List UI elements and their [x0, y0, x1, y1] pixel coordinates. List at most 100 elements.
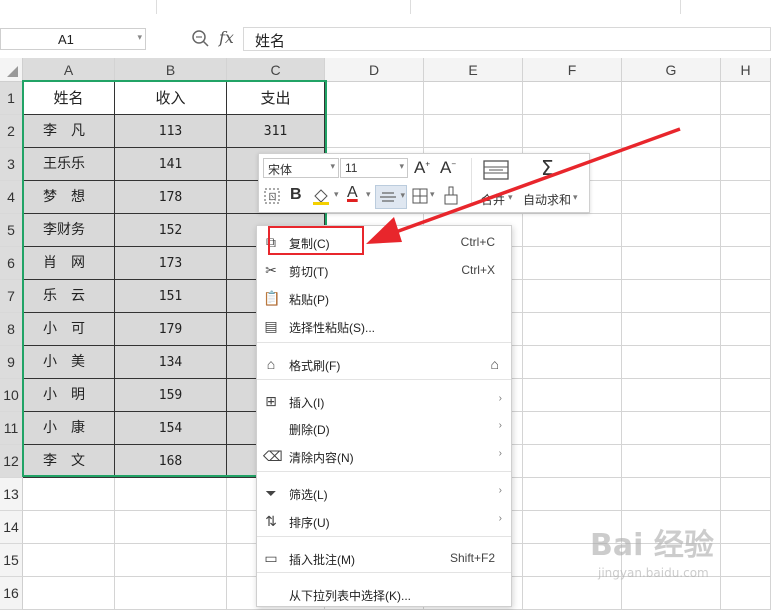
divider — [156, 0, 157, 14]
grid-cell[interactable] — [721, 379, 771, 412]
row-header-3[interactable]: 3 — [0, 148, 23, 181]
copy-highlight-box — [268, 226, 364, 255]
column-header-b[interactable]: B — [115, 58, 227, 82]
grid-cell[interactable] — [23, 577, 115, 610]
menu-item-4[interactable]: ⌂ 格式刷(F) ⌂ — [257, 351, 511, 378]
grid-cell[interactable] — [721, 148, 771, 181]
column-header-f[interactable]: F — [523, 58, 622, 82]
grid-cell[interactable] — [622, 280, 721, 313]
grid-cell[interactable] — [523, 346, 622, 379]
menu-separator — [257, 536, 511, 537]
row-header-5[interactable]: 5 — [0, 214, 23, 247]
grid-cell[interactable] — [23, 511, 115, 544]
grid-cell[interactable] — [721, 247, 771, 280]
format-brush-icon: ⌂ — [266, 356, 276, 372]
column-header-c[interactable]: C — [227, 58, 325, 82]
row-header-14[interactable]: 14 — [0, 511, 23, 544]
grid-cell[interactable] — [721, 214, 771, 247]
grid-cell[interactable] — [721, 115, 771, 148]
menu-item-11[interactable]: 从下拉列表中选择(K)... — [257, 581, 511, 608]
column-header-a[interactable]: A — [23, 58, 115, 82]
row-header-6[interactable]: 6 — [0, 247, 23, 280]
menu-item-label: 从下拉列表中选择(K)... — [289, 589, 411, 603]
grid-cell[interactable] — [721, 82, 771, 115]
grid-cell[interactable] — [115, 511, 227, 544]
grid-cell[interactable] — [523, 280, 622, 313]
chevron-down-icon[interactable]: ▾ — [137, 32, 142, 43]
row-header-10[interactable]: 10 — [0, 379, 23, 412]
grid-cell[interactable] — [23, 544, 115, 577]
menu-item-10[interactable]: ▭ 插入批注(M) Shift+F2 — [257, 545, 511, 572]
format-brush-icon[interactable]: ⌂ — [491, 356, 499, 372]
row-header-13[interactable]: 13 — [0, 478, 23, 511]
fill-color-icon[interactable] — [311, 186, 333, 206]
row-header-12[interactable]: 12 — [0, 445, 23, 478]
grid-cell[interactable] — [721, 445, 771, 478]
menu-item-1[interactable]: ✂ 剪切(T) Ctrl+X — [257, 257, 511, 284]
grid-cell[interactable] — [721, 511, 771, 544]
divider — [410, 0, 411, 14]
menu-item-5[interactable]: ⊞ 插入(I) › — [257, 388, 511, 415]
grid-cell[interactable] — [523, 379, 622, 412]
grid-cell[interactable] — [622, 313, 721, 346]
menu-item-2[interactable]: 📋 粘贴(P) — [257, 285, 511, 312]
grid-cell[interactable] — [115, 478, 227, 511]
grid-cell[interactable] — [622, 379, 721, 412]
grid-cell[interactable] — [721, 280, 771, 313]
grid-cell[interactable] — [721, 544, 771, 577]
menu-item-9[interactable]: ⇅ 排序(U) › — [257, 508, 511, 535]
wrap-text-icon[interactable]: ㄖ — [263, 187, 281, 205]
row-header-7[interactable]: 7 — [0, 280, 23, 313]
fx-icon[interactable]: fx — [219, 28, 234, 47]
grid-cell[interactable] — [622, 577, 721, 610]
grid-cell[interactable] — [424, 82, 523, 115]
grid-cell[interactable] — [721, 181, 771, 214]
grid-cell[interactable] — [23, 478, 115, 511]
grid-cell[interactable] — [115, 544, 227, 577]
row-header-15[interactable]: 15 — [0, 544, 23, 577]
grid-cell[interactable] — [523, 82, 622, 115]
font-name-value: 宋体 — [268, 163, 293, 177]
select-all-corner[interactable] — [0, 58, 23, 82]
row-header-8[interactable]: 8 — [0, 313, 23, 346]
grid-cell[interactable] — [721, 412, 771, 445]
column-header-g[interactable]: G — [622, 58, 721, 82]
grid-cell[interactable] — [721, 577, 771, 610]
column-header-e[interactable]: E — [424, 58, 523, 82]
row-header-16[interactable]: 16 — [0, 577, 23, 610]
menu-item-8[interactable]: ⏷ 筛选(L) › — [257, 480, 511, 507]
grid-cell[interactable] — [622, 445, 721, 478]
menu-separator — [257, 379, 511, 380]
grid-cell[interactable] — [721, 346, 771, 379]
grid-cell[interactable] — [523, 313, 622, 346]
bold-icon[interactable]: B — [290, 186, 302, 204]
grid-cell[interactable] — [622, 478, 721, 511]
grid-cell[interactable] — [622, 346, 721, 379]
row-header-1[interactable]: 1 — [0, 82, 23, 115]
menu-item-7[interactable]: ⌫ 清除内容(N) › — [257, 443, 511, 470]
grid-cell[interactable] — [523, 577, 622, 610]
chevron-down-icon[interactable]: ▾ — [334, 189, 339, 200]
grid-cell[interactable] — [523, 412, 622, 445]
row-header-4[interactable]: 4 — [0, 181, 23, 214]
grid-cell[interactable] — [721, 478, 771, 511]
name-box[interactable]: A1 ▾ — [0, 28, 146, 50]
grid-cell[interactable] — [523, 478, 622, 511]
column-header-h[interactable]: H — [721, 58, 771, 82]
grid-cell[interactable] — [523, 445, 622, 478]
grid-cell[interactable] — [622, 412, 721, 445]
formula-input[interactable]: 姓名 — [243, 27, 771, 51]
menu-item-3[interactable]: ▤ 选择性粘贴(S)... — [257, 313, 511, 340]
row-header-2[interactable]: 2 — [0, 115, 23, 148]
red-arrow-annotation — [366, 127, 681, 244]
row-header-11[interactable]: 11 — [0, 412, 23, 445]
font-name-select[interactable]: 宋体 ▾ — [263, 158, 339, 178]
grid-cell[interactable] — [325, 82, 424, 115]
menu-item-6[interactable]: 删除(D) › — [257, 415, 511, 442]
grid-cell[interactable] — [721, 313, 771, 346]
column-header-d[interactable]: D — [325, 58, 424, 82]
grid-cell[interactable] — [622, 82, 721, 115]
font-color-icon[interactable]: A — [347, 184, 358, 202]
row-header-9[interactable]: 9 — [0, 346, 23, 379]
grid-cell[interactable] — [115, 577, 227, 610]
